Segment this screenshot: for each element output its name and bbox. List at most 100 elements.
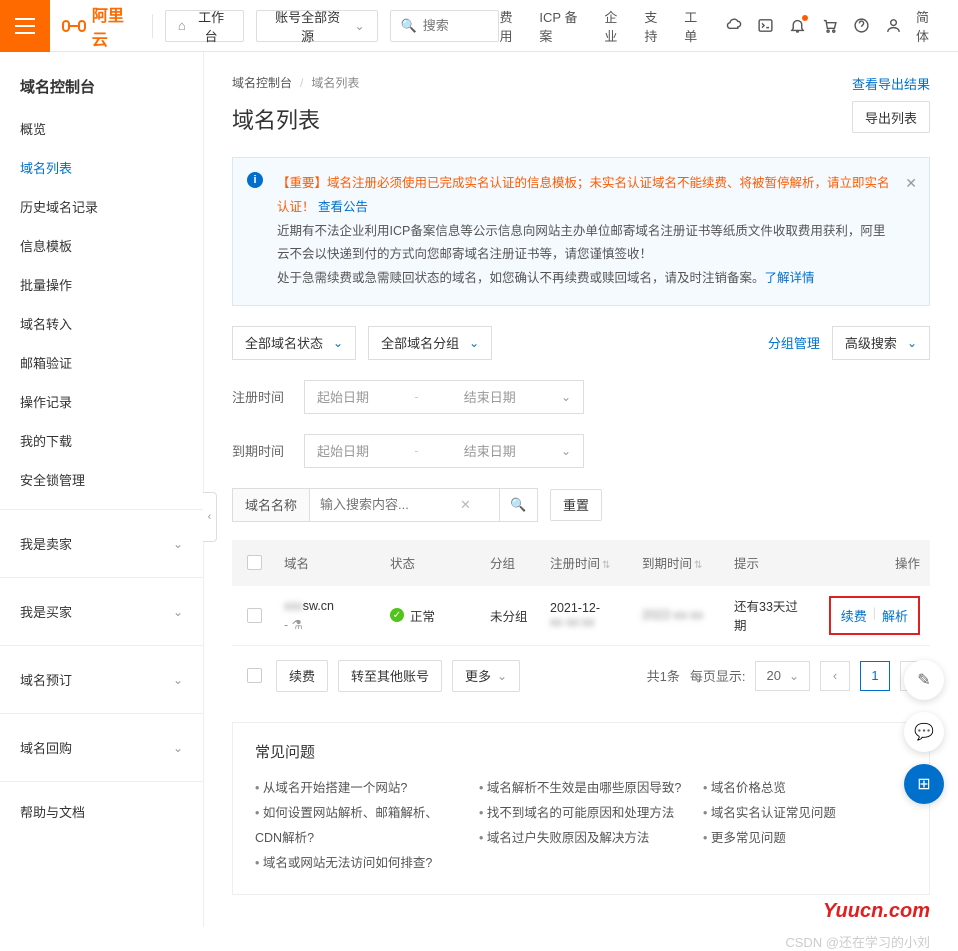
sort-icon: ⇅ <box>694 560 702 571</box>
cell-domain[interactable]: xxxsw.cn - ⚗ <box>276 599 382 632</box>
sidebar-item-email-verify[interactable]: 邮箱验证 <box>0 343 203 382</box>
sidebar-help-docs[interactable]: 帮助与文档 <box>0 792 203 831</box>
nav-cost[interactable]: 费用 <box>499 7 525 45</box>
logo-icon <box>62 17 86 35</box>
sidebar-group-reserve[interactable]: 域名预订⌄ <box>0 656 203 703</box>
export-list-button[interactable]: 导出列表 <box>852 101 930 133</box>
sidebar-item-batch[interactable]: 批量操作 <box>0 265 203 304</box>
col-reg-time[interactable]: 注册时间⇅ <box>542 553 634 572</box>
sidebar-group-seller[interactable]: 我是卖家⌄ <box>0 520 203 567</box>
group-select[interactable]: 全部域名分组⌄ <box>368 326 492 360</box>
help-icon[interactable] <box>852 17 870 35</box>
exp-time-label: 到期时间 <box>232 441 292 460</box>
notice-link-announcement[interactable]: 查看公告 <box>318 200 368 214</box>
op-renew-link[interactable]: 续费 <box>841 606 867 625</box>
group-manage-link[interactable]: 分组管理 <box>768 333 820 352</box>
terminal-icon[interactable] <box>756 17 774 35</box>
row-ops-highlight: 续费 | 解析 <box>829 596 920 635</box>
sidebar: 域名控制台 概览 域名列表 历史域名记录 信息模板 批量操作 域名转入 邮箱验证… <box>0 52 204 927</box>
reg-time-label: 注册时间 <box>232 387 292 406</box>
sidebar-item-transfer-in[interactable]: 域名转入 <box>0 304 203 343</box>
faq-item[interactable]: 如何设置网站解析、邮箱解析、CDN解析? <box>255 801 459 851</box>
bulk-transfer-button[interactable]: 转至其他账号 <box>338 660 442 692</box>
header-search-input[interactable] <box>423 18 483 33</box>
ops-sep: | <box>873 606 876 625</box>
faq-item[interactable]: 找不到域名的可能原因和处理方法 <box>479 801 683 826</box>
cart-icon[interactable] <box>820 17 838 35</box>
sidebar-item-history[interactable]: 历史域名记录 <box>0 187 203 226</box>
float-apps-button[interactable]: ⊞ <box>904 764 944 804</box>
checkbox-footer[interactable] <box>247 668 262 683</box>
table-row: xxxsw.cn - ⚗ ✓正常 未分组 2021-12-xx xx:xx 20… <box>232 586 930 646</box>
checkbox-all[interactable] <box>247 555 262 570</box>
cell-tip: 还有33天过期 <box>726 596 812 634</box>
lang-switch[interactable]: 简体 <box>916 7 942 45</box>
status-ok-icon: ✓ <box>390 608 404 622</box>
table-footer: 续费 转至其他账号 更多⌄ 共1条 每页显示: 20⌄ ‹ 1 › <box>232 660 930 692</box>
bell-icon[interactable] <box>788 17 806 35</box>
reset-button[interactable]: 重置 <box>550 489 602 521</box>
clear-icon[interactable]: ✕ <box>460 497 471 513</box>
account-dropdown[interactable]: 账号全部资源 ⌄ <box>256 10 378 42</box>
sidebar-group-buyer[interactable]: 我是买家⌄ <box>0 588 203 635</box>
col-tip: 提示 <box>726 553 812 572</box>
sidebar-item-op-log[interactable]: 操作记录 <box>0 382 203 421</box>
notice-link-learn-more[interactable]: 了解详情 <box>765 271 815 285</box>
workspace-label: 工作台 <box>192 7 231 45</box>
op-resolve-link[interactable]: 解析 <box>882 606 908 625</box>
per-page-select[interactable]: 20⌄ <box>755 661 810 691</box>
exp-date-start: 起始日期 <box>317 441 369 460</box>
search-button[interactable]: 🔍 <box>500 488 538 522</box>
nav-enterprise[interactable]: 企业 <box>604 7 630 45</box>
checkbox-row[interactable] <box>247 608 262 623</box>
float-chat-button[interactable]: 💬 <box>904 712 944 752</box>
sidebar-item-security-lock[interactable]: 安全锁管理 <box>0 460 203 499</box>
logo[interactable]: 阿里云 <box>62 2 140 50</box>
breadcrumb-parent[interactable]: 域名控制台 <box>232 74 292 91</box>
notice-important: 【重要】域名注册必须使用已完成实名认证的信息模板；未实名认证域名不能续费、将被暂… <box>277 176 890 214</box>
faq-item[interactable]: 域名过户失败原因及解决方法 <box>479 826 683 851</box>
faq-item[interactable]: 域名或网站无法访问如何排查? <box>255 851 459 876</box>
notice-banner: i ✕ 【重要】域名注册必须使用已完成实名认证的信息模板；未实名认证域名不能续费… <box>232 157 930 306</box>
pagination: 共1条 每页显示: 20⌄ ‹ 1 › <box>647 661 930 691</box>
bulk-renew-button[interactable]: 续费 <box>276 660 328 692</box>
view-export-link[interactable]: 查看导出结果 <box>852 74 930 93</box>
sidebar-item-domain-list[interactable]: 域名列表 <box>0 148 203 187</box>
chevron-down-icon: ⌄ <box>355 19 365 33</box>
sidebar-item-downloads[interactable]: 我的下载 <box>0 421 203 460</box>
exp-date-range[interactable]: 起始日期 - 结束日期 ⌄ <box>304 434 584 468</box>
col-exp-time[interactable]: 到期时间⇅ <box>634 553 726 572</box>
nav-support[interactable]: 支持 <box>644 7 670 45</box>
faq-item[interactable]: 域名实名认证常见问题 <box>703 801 907 826</box>
sidebar-item-overview[interactable]: 概览 <box>0 109 203 148</box>
notice-close[interactable]: ✕ <box>905 170 917 197</box>
advanced-search[interactable]: 高级搜索⌄ <box>832 326 930 360</box>
page-title: 域名列表 <box>232 103 320 135</box>
workspace-button[interactable]: ⌂ 工作台 <box>165 10 244 42</box>
breadcrumb-current: 域名列表 <box>311 74 359 91</box>
hamburger-menu[interactable] <box>0 0 50 52</box>
float-edit-button[interactable]: ✎ <box>904 660 944 700</box>
reg-date-range[interactable]: 起始日期 - 结束日期 ⌄ <box>304 380 584 414</box>
domain-search-input[interactable] <box>320 497 460 512</box>
dash: - <box>414 389 418 404</box>
chevron-down-icon: ⌄ <box>173 537 183 551</box>
page-number[interactable]: 1 <box>860 661 890 691</box>
domain-search: 域名名称 ✕ 🔍 <box>232 488 538 522</box>
cloud-icon[interactable] <box>724 17 742 35</box>
faq-item[interactable]: 域名解析不生效是由哪些原因导致? <box>479 776 683 801</box>
status-select[interactable]: 全部域名状态⌄ <box>232 326 356 360</box>
sidebar-group-buyback[interactable]: 域名回购⌄ <box>0 724 203 771</box>
sidebar-group-label: 我是买家 <box>20 602 72 621</box>
faq-item[interactable]: 更多常见问题 <box>703 826 907 851</box>
table-header: 域名 状态 分组 注册时间⇅ 到期时间⇅ 提示 操作 <box>232 540 930 586</box>
avatar-icon[interactable] <box>884 17 902 35</box>
nav-ticket[interactable]: 工单 <box>684 7 710 45</box>
faq-item[interactable]: 从域名开始搭建一个网站? <box>255 776 459 801</box>
bulk-more-button[interactable]: 更多⌄ <box>452 660 520 692</box>
header-search[interactable]: 🔍 <box>390 10 500 42</box>
nav-icp[interactable]: ICP 备案 <box>539 7 590 45</box>
sidebar-item-info-template[interactable]: 信息模板 <box>0 226 203 265</box>
faq-item[interactable]: 域名价格总览 <box>703 776 907 801</box>
page-prev[interactable]: ‹ <box>820 661 850 691</box>
